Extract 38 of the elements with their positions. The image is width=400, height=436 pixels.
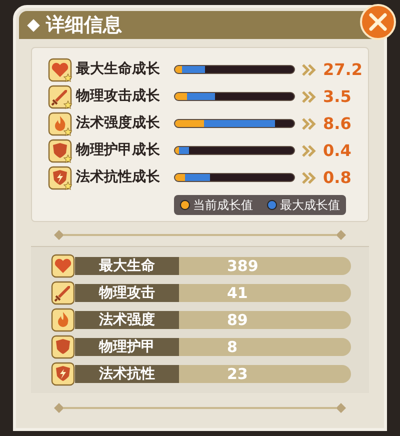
stat-value: 8 bbox=[179, 338, 351, 356]
growth-value: 0.8 bbox=[323, 166, 352, 188]
stat-value: 23 bbox=[179, 365, 351, 383]
stat-label: 法术强度 bbox=[75, 311, 179, 329]
stat-label: 物理攻击 bbox=[75, 284, 179, 302]
growth-value: 0.4 bbox=[323, 140, 352, 162]
stat-value: 41 bbox=[179, 284, 351, 302]
sword-icon bbox=[51, 281, 75, 305]
stat-value: 389 bbox=[179, 257, 351, 275]
growth-value: 3.5 bbox=[323, 86, 352, 108]
growth-label: 物理护甲成长 bbox=[76, 140, 161, 160]
lightning-shield-icon bbox=[51, 362, 75, 386]
growth-label: 法术强度成长 bbox=[76, 114, 161, 133]
flame-icon bbox=[48, 112, 72, 136]
stat-label: 法术抗性 bbox=[75, 365, 179, 383]
window-title: 详细信息 bbox=[46, 12, 122, 38]
double-chevron-icon bbox=[301, 118, 317, 130]
flame-icon bbox=[51, 308, 75, 332]
stat-label: 最大生命 bbox=[75, 257, 179, 275]
growth-label: 物理攻击成长 bbox=[76, 87, 161, 106]
close-button[interactable] bbox=[360, 4, 396, 40]
shield-icon bbox=[48, 138, 72, 162]
stat-label: 物理护甲 bbox=[75, 338, 179, 356]
double-chevron-icon bbox=[301, 90, 317, 102]
double-chevron-icon bbox=[301, 172, 317, 184]
double-chevron-icon bbox=[301, 64, 317, 76]
legend-label: 最大成长值 bbox=[280, 197, 340, 214]
growth-value: 8.6 bbox=[323, 112, 352, 134]
growth-label: 最大生命成长 bbox=[76, 60, 161, 79]
growth-label: 法术抗性成长 bbox=[76, 168, 161, 187]
shield-icon bbox=[51, 335, 75, 359]
lightning-shield-icon bbox=[48, 166, 72, 190]
close-icon bbox=[368, 12, 388, 32]
growth-value: 27.2 bbox=[323, 58, 362, 80]
legend-label: 当前成长值 bbox=[193, 197, 253, 214]
double-chevron-icon bbox=[301, 144, 317, 156]
stat-value: 89 bbox=[179, 311, 351, 329]
sword-icon bbox=[48, 84, 72, 108]
